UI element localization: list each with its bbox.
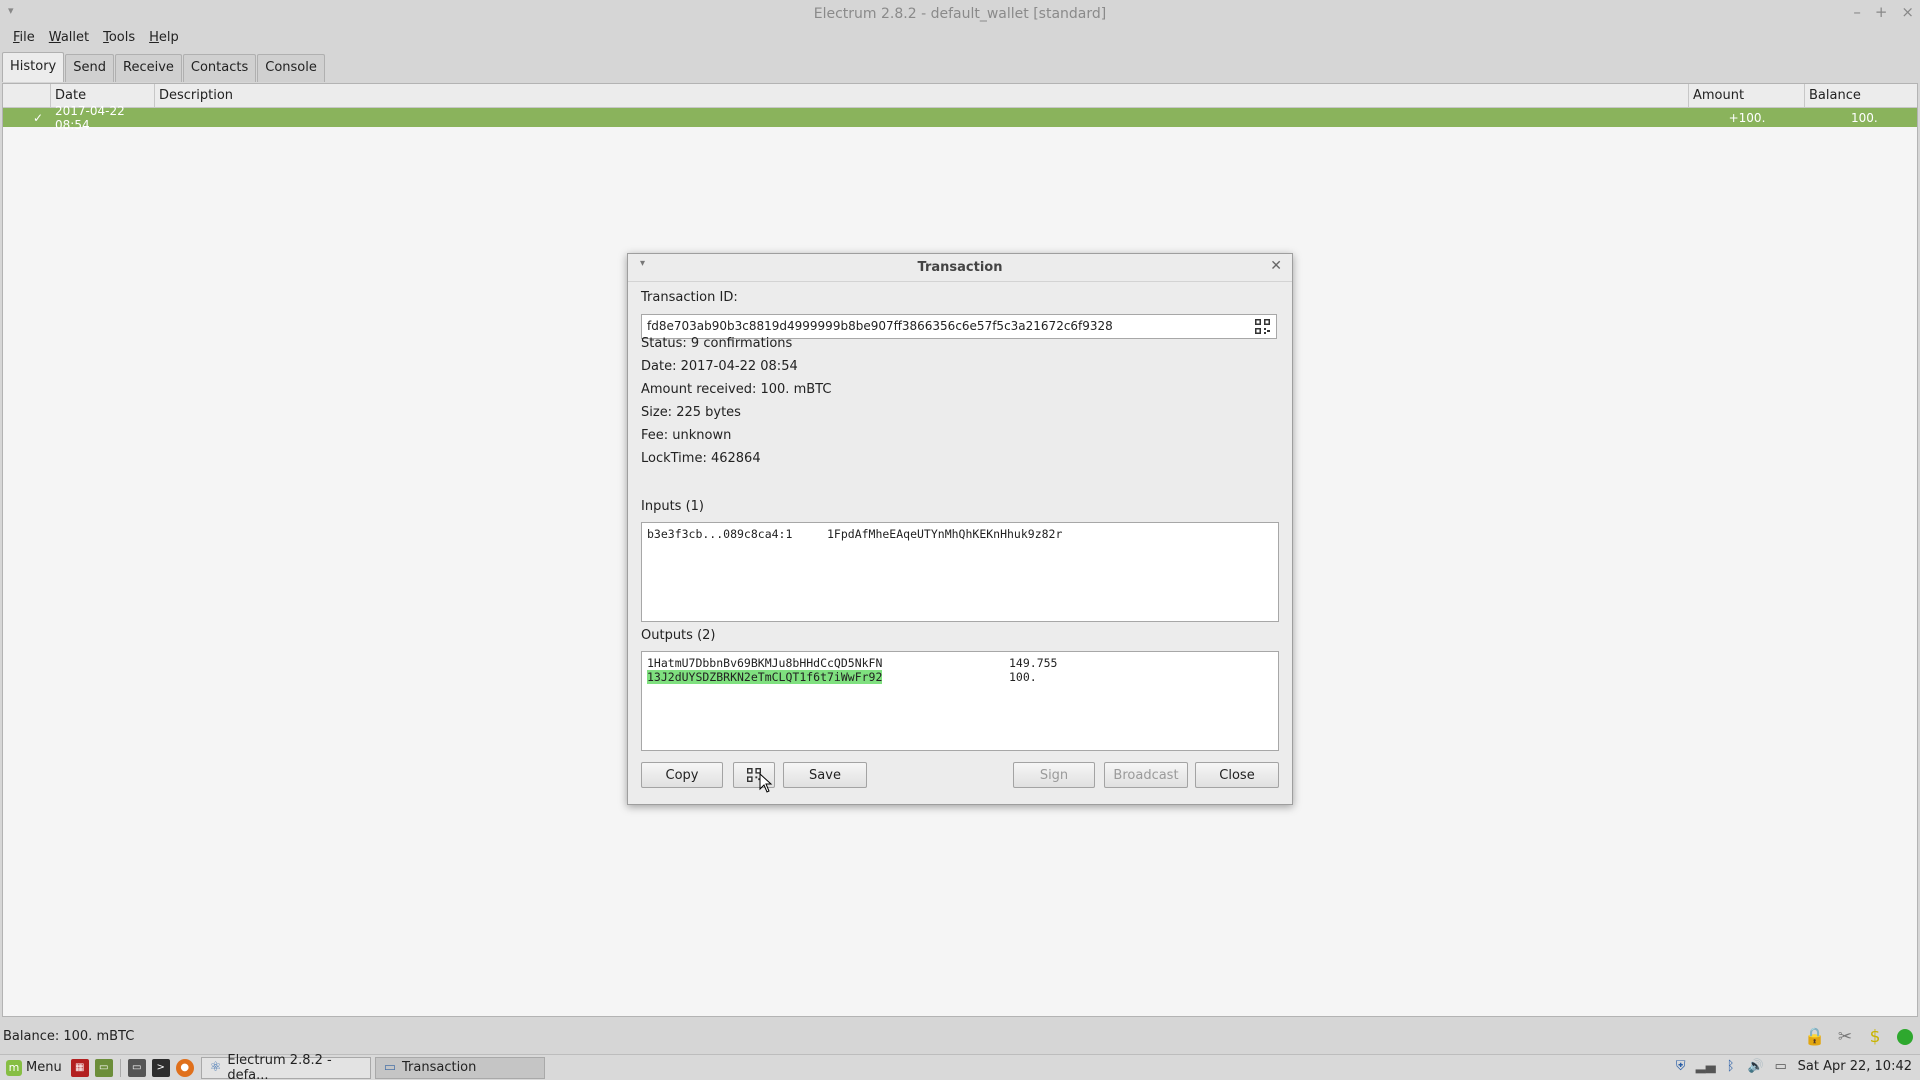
electrum-icon: ⚛: [209, 1060, 222, 1075]
window-title: Electrum 2.8.2 - default_wallet [standar…: [813, 6, 1107, 22]
output-amount: 100.: [1009, 670, 1037, 684]
taskbar: m Menu ▦ ▭ ▭ > ● ⚛ Electrum 2.8.2 - defa…: [0, 1053, 1920, 1080]
task-transaction[interactable]: ▭ Transaction: [374, 1056, 545, 1079]
menu-wallet[interactable]: Wallet: [42, 28, 96, 50]
tx-date: Date: 2017-04-22 08:54: [641, 359, 798, 374]
window-icon: ▭: [383, 1060, 396, 1075]
balance-label: Balance: 100. mBTC: [3, 1029, 135, 1044]
table-row[interactable]: ✓ 2017-04-22 08:54 +100. 100.: [3, 104, 1917, 132]
row-date: 2017-04-22 08:54: [55, 103, 125, 132]
network-status-icon[interactable]: [1894, 1026, 1916, 1048]
lock-icon[interactable]: 🔒: [1804, 1026, 1826, 1048]
window-titlebar: ▾ Electrum 2.8.2 - default_wallet [stand…: [0, 0, 1920, 28]
terminal-icon[interactable]: >: [151, 1058, 170, 1077]
start-menu-button[interactable]: m Menu: [0, 1059, 68, 1076]
confirmed-check-icon: ✓: [32, 110, 43, 125]
menu-help[interactable]: Help: [142, 28, 186, 50]
input-address: 1FpdAfMheEAqeUTYnMhQhKEKnHhuk9z82r: [827, 527, 1063, 541]
tx-fee: Fee: unknown: [641, 428, 732, 443]
menu-file[interactable]: File: [6, 28, 42, 50]
dialog-titlebar: ▾ Transaction ✕: [628, 254, 1292, 282]
history-header: Date Description Amount Balance: [3, 84, 1917, 108]
tx-size: Size: 225 bytes: [641, 405, 741, 420]
tx-locktime: LockTime: 462864: [641, 451, 761, 466]
main-tabs: History Send Receive Contacts Console: [2, 52, 326, 82]
mint-logo-icon: m: [6, 1059, 22, 1076]
statusbar: Balance: 100. mBTC 🔒 ✂ $: [0, 1020, 1920, 1052]
tab-send[interactable]: Send: [65, 54, 114, 82]
menu-tools[interactable]: Tools: [96, 28, 142, 50]
input-prevout: b3e3f3cb...089c8ca4:1: [647, 527, 793, 541]
txid-value: fd8e703ab90b3c8819d4999999b8be907ff38663…: [647, 319, 1113, 333]
mouse-cursor-icon: [759, 773, 773, 793]
output-address: 1HatmU7DbbnBv69BKMJu8bHHdCcQD5NkFN: [647, 656, 883, 670]
files-icon[interactable]: ▭: [94, 1058, 113, 1077]
inputs-label: Inputs (1): [641, 499, 704, 514]
preferences-icon[interactable]: ✂: [1834, 1026, 1856, 1048]
dialog-close-icon[interactable]: ✕: [1270, 258, 1282, 274]
col-balance[interactable]: Balance: [1805, 84, 1917, 107]
task-transaction-label: Transaction: [402, 1060, 477, 1075]
sign-button[interactable]: Sign: [1013, 762, 1095, 788]
app-launcher-icon[interactable]: ▦: [70, 1058, 89, 1077]
col-description[interactable]: Description: [155, 84, 1689, 107]
task-electrum[interactable]: ⚛ Electrum 2.8.2 - defa...: [200, 1053, 371, 1080]
close-button[interactable]: Close: [1195, 762, 1279, 788]
outputs-label: Outputs (2): [641, 628, 716, 643]
col-status[interactable]: [3, 84, 51, 107]
task-electrum-label: Electrum 2.8.2 - defa...: [227, 1052, 332, 1080]
menubar: File Wallet Tools Help: [0, 28, 186, 50]
close-icon[interactable]: ×: [1901, 3, 1914, 21]
clock[interactable]: Sat Apr 22, 10:42: [1798, 1059, 1912, 1074]
firefox-icon[interactable]: ●: [175, 1058, 194, 1077]
save-button[interactable]: Save: [783, 762, 867, 788]
tab-contacts[interactable]: Contacts: [182, 54, 257, 82]
col-amount[interactable]: Amount: [1689, 84, 1805, 107]
system-tray: ⛨ ▂▄ ᛒ 🔊 ▭ Sat Apr 22, 10:42: [1673, 1058, 1912, 1074]
maximize-icon[interactable]: +: [1875, 3, 1888, 21]
list-item: 1HatmU7DbbnBv69BKMJu8bHHdCcQD5NkFN 149.7…: [647, 656, 1273, 670]
row-balance: 100.: [1851, 110, 1878, 125]
list-item: 13J2dUYSDZBRKN2eTmCLQT1f6t7iWwFr92 100.: [647, 670, 1273, 684]
network-signal-icon[interactable]: ▂▄: [1696, 1058, 1716, 1074]
bluetooth-icon[interactable]: ᛒ: [1723, 1058, 1739, 1074]
shield-icon[interactable]: ⛨: [1673, 1058, 1689, 1074]
tx-amount: Amount received: 100. mBTC: [641, 382, 832, 397]
minimize-icon[interactable]: –: [1853, 3, 1861, 21]
broadcast-button[interactable]: Broadcast: [1104, 762, 1188, 788]
battery-icon[interactable]: ▭: [1773, 1058, 1789, 1074]
tx-status: Status: 9 confirmations: [641, 336, 793, 351]
row-amount: +100.: [1728, 110, 1766, 125]
list-item: b3e3f3cb...089c8ca4:1 1FpdAfMheEAqeUTYnM…: [647, 527, 1273, 541]
output-address-mine: 13J2dUYSDZBRKN2eTmCLQT1f6t7iWwFr92: [647, 670, 883, 684]
volume-icon[interactable]: 🔊: [1748, 1058, 1764, 1074]
show-desktop-icon[interactable]: ▭: [127, 1058, 146, 1077]
inputs-list[interactable]: b3e3f3cb...089c8ca4:1 1FpdAfMheEAqeUTYnM…: [641, 522, 1279, 622]
outputs-list[interactable]: 1HatmU7DbbnBv69BKMJu8bHHdCcQD5NkFN 149.7…: [641, 651, 1279, 751]
output-amount: 149.755: [1009, 656, 1058, 670]
seed-icon[interactable]: $: [1864, 1026, 1886, 1048]
tab-history[interactable]: History: [2, 52, 65, 82]
qrcode-icon[interactable]: [1255, 319, 1270, 334]
txid-label: Transaction ID:: [641, 290, 738, 305]
transaction-dialog: ▾ Transaction ✕ Transaction ID: fd8e703a…: [627, 253, 1293, 805]
tab-console[interactable]: Console: [257, 54, 325, 82]
copy-button[interactable]: Copy: [641, 762, 723, 788]
tab-receive[interactable]: Receive: [115, 54, 182, 82]
start-menu-label: Menu: [26, 1060, 62, 1075]
dialog-title: Transaction: [917, 260, 1003, 275]
separator: [119, 1058, 121, 1077]
